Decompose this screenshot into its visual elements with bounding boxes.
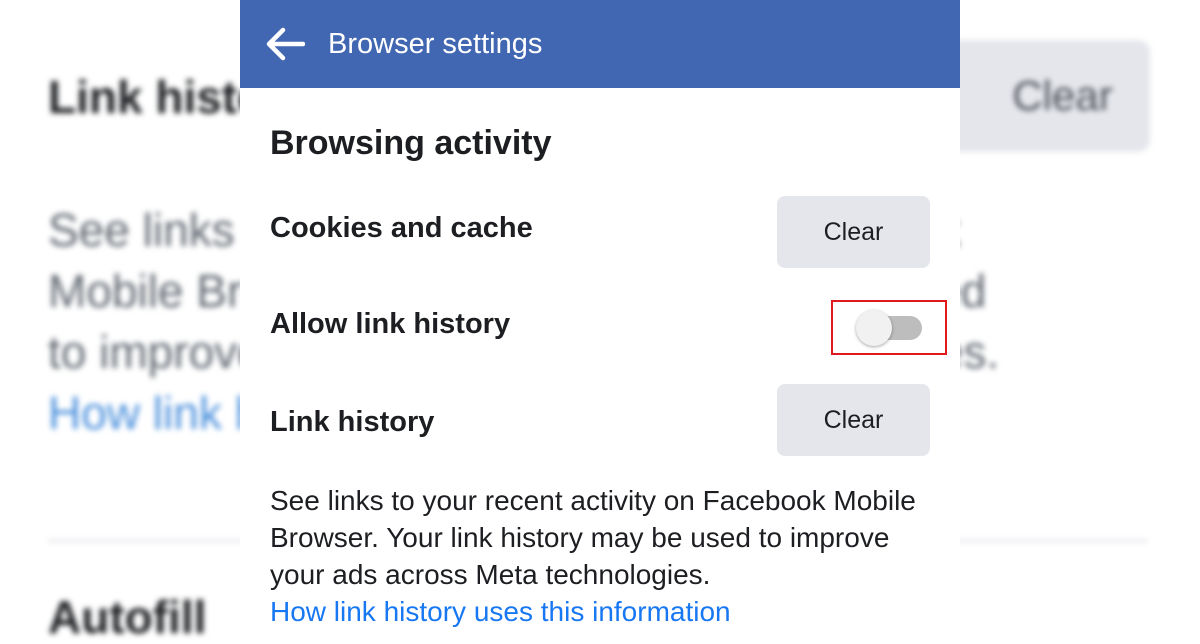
clear-link-history-button[interactable]: Clear [777,384,930,456]
bg-autofill-title: Autofill [48,591,207,643]
arrow-left-icon[interactable] [264,23,306,65]
how-link-history-link[interactable]: How link history uses this information [270,593,950,630]
clear-cookies-button[interactable]: Clear [777,196,930,268]
toggle-knob [856,310,892,346]
description-text: See links to your recent activity on Fac… [270,485,916,590]
app-header: Browser settings [240,0,960,88]
browser-settings-panel: Browser settings Browsing activity Cooki… [240,0,960,630]
link-history-description: See links to your recent activity on Fac… [270,482,950,630]
section-title: Browsing activity [270,124,552,162]
page-title: Browser settings [328,27,543,60]
allow-link-history-label: Allow link history [270,308,511,340]
cookies-and-cache-label: Cookies and cache [270,212,533,244]
allow-link-history-toggle[interactable] [856,310,924,346]
link-history-label: Link history [270,406,435,438]
bg-clear-button: Clear [945,40,1150,152]
